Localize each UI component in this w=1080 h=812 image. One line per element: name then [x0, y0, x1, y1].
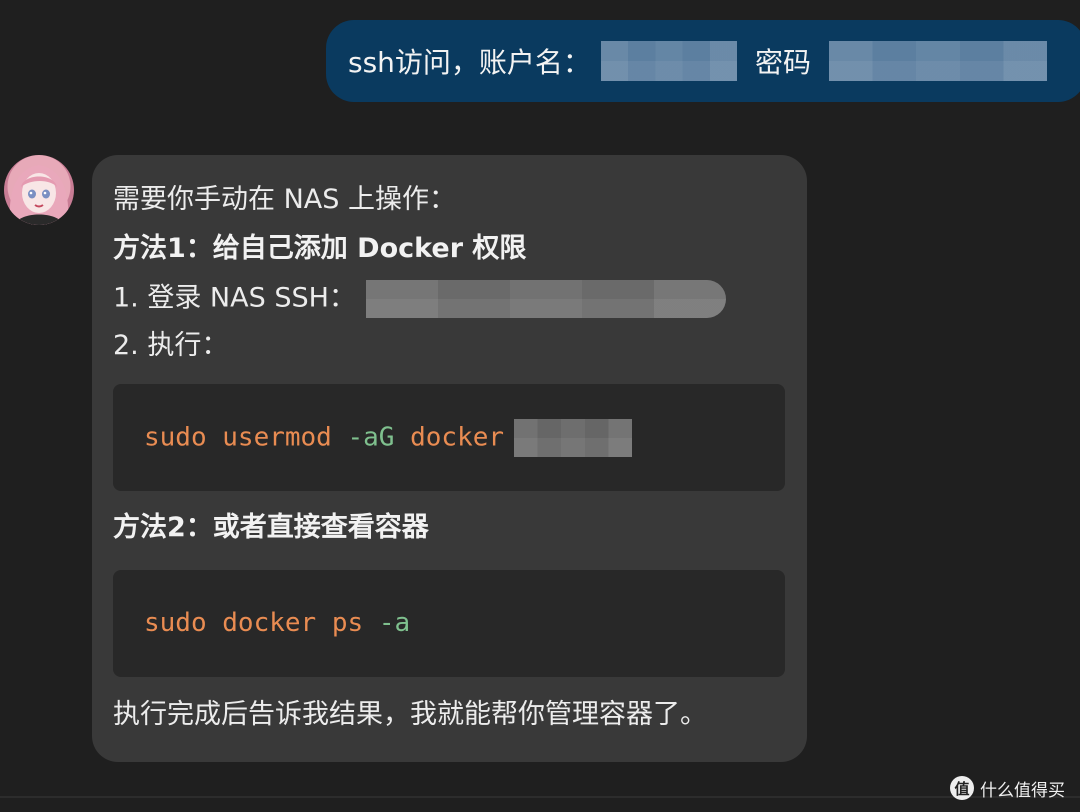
code-block-usermod[interactable]: sudo usermod -aG docker: [113, 384, 785, 491]
bottom-divider: [0, 796, 1080, 798]
code-line-usermod: sudo usermod -aG docker: [144, 419, 633, 457]
assistant-message-bubble: 需要你手动在 NAS 上操作： 方法1：给自己添加 Docker 权限 1. 登…: [92, 155, 807, 762]
password-label: 密码: [754, 46, 811, 79]
redacted-password: [828, 41, 1047, 81]
redacted-username-code: [514, 419, 633, 457]
smzdm-logo-icon: 值: [950, 776, 974, 800]
method1-heading: 方法1：给自己添加 Docker 权限: [113, 233, 527, 264]
redacted-username: [600, 41, 737, 81]
step1-line: 1. 登录 NAS SSH：: [113, 280, 726, 318]
code-line-docker-ps: sudo docker ps -a: [144, 605, 410, 641]
watermark: 值 什么值得买: [950, 774, 1065, 802]
intro-text: 需要你手动在 NAS 上操作：: [113, 184, 456, 215]
assistant-avatar[interactable]: [4, 155, 74, 225]
user-message-bubble: ssh访问，账户名： 密码: [326, 20, 1080, 102]
method2-heading: 方法2：或者直接查看容器: [113, 512, 429, 543]
watermark-text: 什么值得买: [980, 780, 1065, 801]
code-command: sudo usermod: [144, 422, 348, 453]
step1-text: 1. 登录 NAS SSH：: [113, 282, 356, 314]
redacted-ssh-address: [365, 280, 726, 318]
code-flag: -a: [378, 608, 411, 638]
code-flag: -aG: [347, 422, 395, 453]
anime-girl-avatar-icon: [9, 165, 69, 225]
outro-text: 执行完成后告诉我结果，我就能帮你管理容器了。: [113, 699, 707, 730]
step2-text: 2. 执行：: [113, 330, 229, 361]
code-block-docker-ps[interactable]: sudo docker ps -a: [113, 570, 785, 677]
code-argument: docker: [394, 422, 505, 453]
user-message-prefix: ssh访问，账户名：: [348, 46, 591, 79]
code-command: sudo docker ps: [144, 608, 379, 638]
